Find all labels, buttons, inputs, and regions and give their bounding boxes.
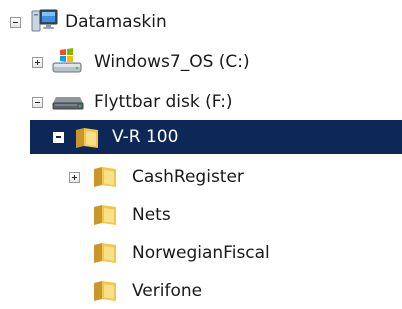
- tree-item-label: V-R 100: [112, 127, 179, 147]
- tree-item-folder-cashregister[interactable]: CashRegister: [0, 160, 402, 194]
- expand-toggle-icon[interactable]: [32, 57, 43, 68]
- tree-item-label: Flyttbar disk (F:): [94, 92, 233, 112]
- tree-item-label: Nets: [132, 205, 171, 225]
- tree-item-drive-c[interactable]: Windows7_OS (C:): [0, 45, 402, 79]
- folder-icon: [76, 128, 98, 148]
- computer-icon: [31, 9, 58, 32]
- folder-icon: [94, 281, 116, 301]
- collapse-toggle-icon[interactable]: [10, 17, 21, 28]
- tree-item-folder-verifone[interactable]: Verifone: [0, 274, 402, 308]
- collapse-toggle-icon[interactable]: [32, 97, 43, 108]
- removable-drive-icon: [52, 97, 84, 110]
- folder-icon: [94, 205, 116, 225]
- tree-item-label: CashRegister: [132, 167, 244, 187]
- tree-item-drive-f[interactable]: Flyttbar disk (F:): [0, 85, 402, 119]
- tree-item-computer[interactable]: Datamaskin: [0, 5, 402, 39]
- folder-tree: Datamaskin Windows7_OS (C:) Flyttbar dis…: [0, 0, 402, 309]
- tree-item-folder-nets[interactable]: Nets: [0, 198, 402, 232]
- folder-icon: [94, 243, 116, 263]
- tree-item-folder-norwegianfiscal[interactable]: NorwegianFiscal: [0, 236, 402, 270]
- tree-item-label: Verifone: [132, 281, 203, 301]
- tree-item-label: Datamaskin: [65, 12, 167, 32]
- tree-item-label: NorwegianFiscal: [132, 243, 270, 263]
- tree-item-label: Windows7_OS (C:): [94, 52, 250, 72]
- expand-toggle-icon[interactable]: [69, 172, 80, 183]
- folder-icon: [94, 167, 116, 187]
- windows-drive-icon: [52, 48, 82, 73]
- collapse-toggle-icon[interactable]: [53, 132, 64, 143]
- tree-item-folder-vr100[interactable]: V-R 100: [30, 120, 402, 154]
